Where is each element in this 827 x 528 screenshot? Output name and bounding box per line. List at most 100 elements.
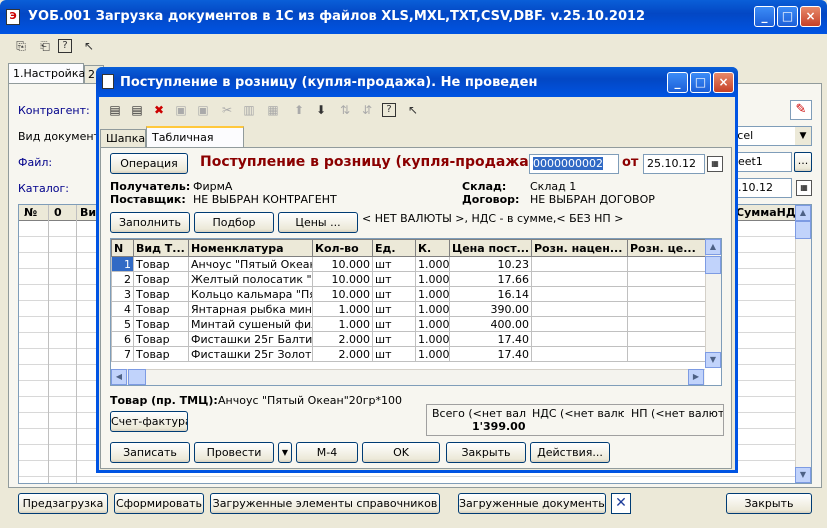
main-minimize-button[interactable]: _ (754, 6, 775, 27)
contract-value[interactable]: НЕ ВЫБРАН ДОГОВОР (530, 193, 655, 206)
table-cell[interactable]: 1.000 (415, 256, 450, 272)
fill-button[interactable]: Заполнить (110, 212, 190, 233)
m4-button[interactable]: М-4 (296, 442, 358, 463)
table-cell[interactable]: Фисташки 25г Балтинк (188, 331, 313, 347)
prices-button[interactable]: Цены ... (278, 212, 358, 233)
main-scroll-down-icon[interactable]: ▼ (795, 467, 811, 483)
table-cell[interactable] (531, 286, 628, 302)
table-cell[interactable] (531, 316, 628, 332)
add-row-icon[interactable]: ▤ (106, 101, 124, 119)
table-cell[interactable] (531, 271, 628, 287)
context-help-icon[interactable]: ↖ (80, 37, 98, 55)
table-cell[interactable]: Товар (133, 316, 189, 332)
copy-row-icon[interactable]: ▤ (128, 101, 146, 119)
col-header-n[interactable]: N (111, 239, 134, 257)
table-cell[interactable] (531, 331, 628, 347)
table-cell[interactable]: Товар (133, 301, 189, 317)
main-grid-scrollbar[interactable] (795, 205, 811, 483)
row-number-cell[interactable]: 6 (111, 331, 134, 347)
operation-button[interactable]: Операция (110, 153, 188, 174)
table-cell[interactable] (627, 331, 708, 347)
chevron-down-icon[interactable]: ▼ (795, 127, 811, 145)
toolbar-icon-2[interactable]: ⎗ (36, 37, 54, 55)
doc-tab-table[interactable]: Табличная часть (146, 126, 244, 157)
main-scroll-up-icon[interactable]: ▲ (795, 205, 811, 221)
col-header-type[interactable]: Вид Т... (133, 239, 189, 257)
help-icon[interactable]: ? (58, 39, 72, 53)
table-cell[interactable]: Янтарная рыбка минта (188, 301, 313, 317)
table-cell[interactable]: 1.000 (415, 346, 450, 362)
table-cell[interactable]: 1.000 (312, 301, 373, 317)
invoice-button[interactable]: Счет-фактура (110, 411, 188, 432)
doc-help-icon[interactable]: ? (382, 103, 396, 117)
items-scroll-left-icon[interactable]: ◀ (111, 369, 127, 385)
items-table[interactable]: N Вид Т... Номенклатура Кол-во Ед. К. Це… (111, 239, 708, 362)
table-cell[interactable]: шт (372, 301, 416, 317)
table-cell[interactable]: Товар (133, 271, 189, 287)
loaded-refs-button[interactable]: Загруженные элементы справочников (210, 493, 440, 514)
table-cell[interactable]: Фисташки 25г Золотая (188, 346, 313, 362)
doc-close-button[interactable]: × (713, 72, 734, 93)
table-cell[interactable]: 1.000 (415, 271, 450, 287)
currency-info[interactable]: < НЕТ ВАЛЮТЫ >, НДС - в сумме,< БЕЗ НП > (362, 212, 623, 225)
table-cell[interactable]: 400.00 (449, 316, 532, 332)
table-cell[interactable]: шт (372, 256, 416, 272)
table-cell[interactable]: шт (372, 316, 416, 332)
table-row[interactable]: 2ТоварЖелтый полосатик "Пя10.000шт1.0001… (111, 271, 708, 287)
write-button[interactable]: Записать (110, 442, 190, 463)
table-cell[interactable] (627, 316, 708, 332)
items-hscroll[interactable] (111, 369, 705, 385)
row-number-cell[interactable]: 1 (111, 256, 134, 272)
doc-maximize-button[interactable]: □ (690, 72, 711, 93)
table-row[interactable]: 5 Товар Минтай сушеный филе 1.000 шт 1.000 400… (111, 316, 708, 332)
table-row[interactable]: 4 Товар Янтарная рыбка минта 1.000 шт 1.000 39… (111, 301, 708, 317)
edit-row-icon[interactable]: ▣ (172, 101, 190, 119)
items-scroll-up-icon[interactable]: ▲ (705, 239, 721, 255)
doc-tab-header[interactable]: Шапка (100, 129, 146, 147)
table-cell[interactable]: шт (372, 271, 416, 287)
clear-x-icon[interactable]: ✕ (611, 493, 631, 514)
col-header-price[interactable]: Цена пост... (449, 239, 532, 257)
table-cell[interactable]: 1.000 (415, 301, 450, 317)
table-cell[interactable]: Желтый полосатик "Пя (188, 271, 313, 287)
ok-button[interactable]: OK (362, 442, 440, 463)
col-header-coef[interactable]: К. (415, 239, 450, 257)
actions-button[interactable]: Действия... (530, 442, 610, 463)
table-cell[interactable] (627, 271, 708, 287)
table-cell[interactable] (627, 286, 708, 302)
table-cell[interactable] (627, 256, 708, 272)
col-header-markup[interactable]: Розн. нацен... (531, 239, 628, 257)
recipient-value[interactable]: ФирмА (193, 180, 232, 193)
table-cell[interactable]: шт (372, 331, 416, 347)
table-row[interactable]: 1ТоварАнчоус "Пятый Океан"210.000шт1.000… (111, 256, 708, 272)
table-cell[interactable] (627, 346, 708, 362)
filter-icon[interactable]: ▥ (240, 101, 258, 119)
table-cell[interactable]: Товар (133, 331, 189, 347)
delete-row-icon[interactable]: ✖ (150, 101, 168, 119)
items-scroll-thumb[interactable] (705, 256, 721, 274)
move-down-icon[interactable]: ⬇ (312, 101, 330, 119)
table-cell[interactable]: Анчоус "Пятый Океан"2 (188, 256, 313, 272)
table-cell[interactable]: 2.000 (312, 346, 373, 362)
cut-icon[interactable]: ✂ (218, 101, 236, 119)
table-cell[interactable]: 1.000 (312, 316, 373, 332)
table-cell[interactable]: 17.40 (449, 331, 532, 347)
calendar-icon[interactable]: ▦ (796, 180, 812, 196)
doc-minimize-button[interactable]: _ (667, 72, 688, 93)
select-button[interactable]: Подбор (194, 212, 274, 233)
table-cell[interactable] (531, 256, 628, 272)
table-cell[interactable]: 10.000 (312, 256, 373, 272)
post-button[interactable]: Провести (194, 442, 274, 463)
preload-button[interactable]: Предзагрузка (18, 493, 108, 514)
table-cell[interactable]: шт (372, 286, 416, 302)
doc-context-help-icon[interactable]: ↖ (404, 101, 422, 119)
table-cell[interactable]: 1.000 (415, 331, 450, 347)
col-header-item[interactable]: Номенклатура (188, 239, 313, 257)
table-row[interactable]: 7 Товар Фисташки 25г Золотая 2.000 шт 1.000 17… (111, 346, 708, 362)
row-number-cell[interactable]: 7 (111, 346, 134, 362)
items-hscroll-thumb[interactable] (128, 369, 146, 385)
row-number-cell[interactable]: 4 (111, 301, 134, 317)
post-dropdown-button[interactable]: ▼ (278, 442, 292, 463)
doc-date-field[interactable]: 25.10.12 (643, 154, 705, 174)
table-cell[interactable]: 1.000 (415, 316, 450, 332)
